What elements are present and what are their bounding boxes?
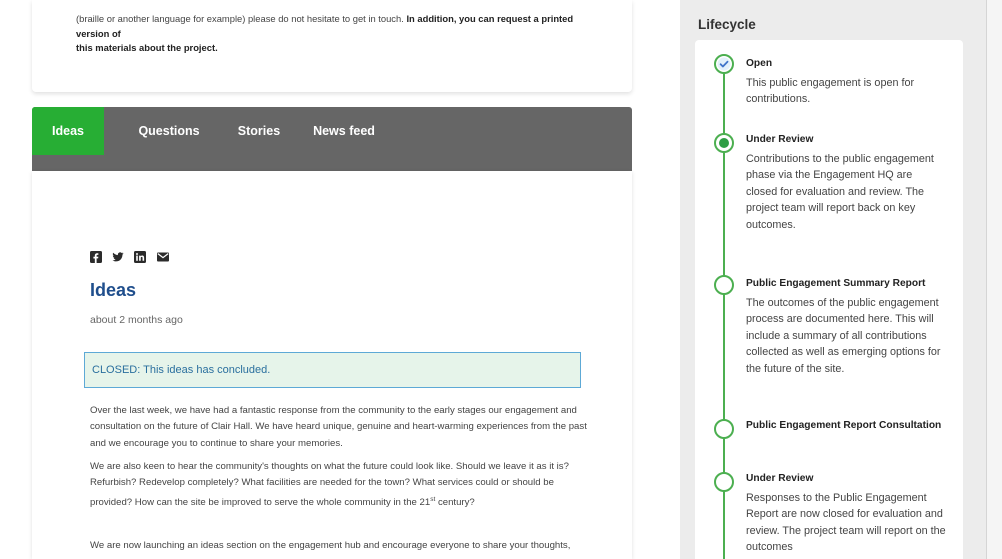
- paragraph-2: We are also keen to hear the community's…: [90, 459, 590, 511]
- current-stage-icon: [714, 133, 734, 153]
- tab-news-feed[interactable]: News feed: [296, 107, 392, 155]
- stage-description: Responses to the Public Engagement Repor…: [746, 492, 946, 554]
- intro-bold-text-2: this materials about the project.: [76, 42, 218, 53]
- circle-icon: [714, 275, 734, 295]
- email-icon[interactable]: [156, 251, 170, 263]
- stage-name: Under Review: [746, 473, 814, 484]
- twitter-icon[interactable]: [112, 251, 124, 263]
- stage-name: Public Engagement Report Consultation: [746, 420, 942, 431]
- circle-icon: [714, 419, 734, 439]
- share-bar: [90, 251, 170, 263]
- lifecycle-title: Lifecycle: [698, 17, 756, 32]
- stage-name: Open: [746, 58, 773, 69]
- facebook-icon[interactable]: [90, 251, 102, 263]
- stage-name: Public Engagement Summary Report: [746, 278, 926, 289]
- intro-text: (braille or another language for example…: [76, 13, 404, 24]
- scrollbar[interactable]: [986, 0, 1002, 559]
- linkedin-icon[interactable]: [134, 251, 146, 263]
- paragraph-1: Over the last week, we have had a fantas…: [90, 405, 587, 449]
- tab-stories[interactable]: Stories: [218, 107, 300, 155]
- intro-card: (braille or another language for example…: [32, 0, 632, 92]
- tabs-bar: Ideas Questions Stories News feed: [32, 107, 632, 171]
- circle-icon: [714, 472, 734, 492]
- tab-questions[interactable]: Questions: [119, 107, 219, 155]
- stage-description: Contributions to the public engagement p…: [746, 153, 934, 231]
- page-title: Ideas: [90, 280, 137, 300]
- ideas-content-card: Ideas about 2 months ago CLOSED: This id…: [32, 171, 632, 559]
- closed-notice: CLOSED: This ideas has concluded.: [84, 352, 581, 388]
- tab-ideas[interactable]: Ideas: [32, 107, 104, 155]
- main-column: (braille or another language for example…: [0, 0, 660, 559]
- stage-description: This public engagement is open for contr…: [746, 77, 915, 106]
- stage-name: Under Review: [746, 134, 814, 145]
- paragraph-3: We are now launching an ideas section on…: [90, 540, 571, 551]
- stage-description: The outcomes of the public engagement pr…: [746, 297, 941, 375]
- check-circle-icon: [714, 54, 734, 74]
- lifecycle-card: Open This public engagement is open for …: [695, 40, 963, 559]
- paragraph-2-end: century?: [435, 497, 475, 508]
- paragraph-2-text: We are also keen to hear the community's…: [90, 461, 569, 508]
- post-date: about 2 months ago: [90, 314, 183, 326]
- lifecycle-sidebar: Lifecycle Open This public engagement is…: [680, 0, 986, 559]
